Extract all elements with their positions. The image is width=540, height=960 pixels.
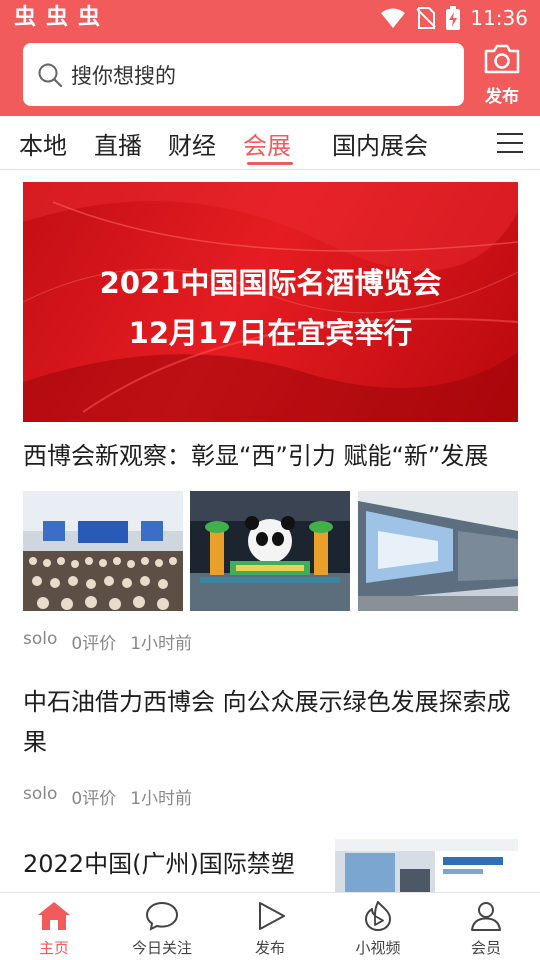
- battery-charging-icon: [446, 6, 461, 30]
- article-title[interactable]: 2022中国(广州)国际禁塑: [23, 844, 313, 884]
- status-time: 11:36: [470, 6, 528, 30]
- status-bar: 虫 虫 虫 11:36: [0, 0, 540, 36]
- nav-publish[interactable]: 发布: [225, 901, 315, 958]
- nav-short-video[interactable]: 小视频: [333, 901, 423, 958]
- nav-home[interactable]: 主页: [9, 901, 99, 958]
- nav-today-focus-label: 今日关注: [131, 939, 192, 957]
- article-thumbnail[interactable]: [358, 491, 518, 611]
- article-author: solo: [23, 629, 58, 649]
- wifi-icon: [381, 8, 406, 28]
- video-flame-icon: [365, 901, 391, 931]
- tab-exhibition[interactable]: 会展: [243, 126, 291, 161]
- article-meta: solo 0评价 1小时前: [23, 784, 192, 809]
- tab-live[interactable]: 直播: [94, 126, 142, 161]
- app-notification-icon: 虫: [46, 5, 69, 30]
- publish-button[interactable]: 发布: [476, 44, 528, 108]
- search-icon: [38, 63, 63, 87]
- banner-title-line2: 12月17日在宜宾举行: [128, 316, 413, 350]
- banner-decoration: [23, 182, 518, 422]
- article-time: 1小时前: [130, 789, 193, 809]
- camera-icon: [484, 44, 520, 74]
- no-sim-icon: [416, 7, 437, 29]
- tab-more-button[interactable]: [480, 116, 540, 169]
- article-comments: 0评价: [71, 634, 117, 654]
- nav-publish-label: 发布: [254, 939, 285, 957]
- tab-local[interactable]: 本地: [19, 126, 67, 161]
- nav-today-focus[interactable]: 今日关注: [117, 901, 207, 958]
- play-triangle-icon: [259, 902, 285, 930]
- app-notification-icon: 虫: [78, 5, 101, 30]
- chat-bubble-icon: [145, 901, 179, 931]
- search-header: 搜你想搜的 发布: [0, 36, 540, 116]
- banner-title-line1: 2021中国国际名酒博览会: [99, 266, 442, 300]
- trade-fair-booth-image: [335, 839, 518, 892]
- article-meta: solo 0评价 1小时前: [23, 629, 192, 654]
- expo-building-image: [358, 491, 518, 611]
- panda-exhibit-image: [190, 491, 350, 611]
- conference-hall-image: [23, 491, 183, 611]
- tab-finance[interactable]: 财经: [168, 126, 216, 161]
- article-thumbnail[interactable]: [190, 491, 350, 611]
- tab-domestic-exhibition[interactable]: 国内展会: [332, 126, 428, 161]
- notification-app-icons: 虫 虫 虫: [14, 5, 100, 31]
- article-thumbnail[interactable]: [23, 491, 183, 611]
- nav-home-label: 主页: [38, 939, 69, 957]
- category-tabs: 本地 直播 财经 会展 国内展会: [0, 116, 540, 170]
- active-tab-indicator: [247, 162, 293, 165]
- publish-label: 发布: [485, 87, 519, 107]
- nav-member-label: 会员: [470, 939, 501, 957]
- user-icon: [471, 902, 501, 931]
- article-time: 1小时前: [130, 634, 193, 654]
- article-comments: 0评价: [71, 789, 117, 809]
- search-placeholder: 搜你想搜的: [71, 63, 176, 88]
- article-thumbnail[interactable]: [335, 839, 518, 892]
- banner-image[interactable]: 2021中国国际名酒博览会 12月17日在宜宾举行: [23, 182, 518, 422]
- article-title[interactable]: 西博会新观察：彰显“西”引力 赋能“新”发展: [23, 436, 517, 476]
- bottom-navigation: 主页 今日关注 发布 小视频 会员: [0, 892, 540, 960]
- search-input[interactable]: 搜你想搜的: [23, 43, 464, 106]
- home-icon: [38, 902, 70, 930]
- nav-short-video-label: 小视频: [355, 939, 401, 957]
- menu-icon: [497, 133, 523, 153]
- article-author: solo: [23, 784, 58, 804]
- nav-member[interactable]: 会员: [441, 901, 531, 958]
- app-notification-icon: 虫: [14, 5, 37, 30]
- article-title[interactable]: 中石油借力西博会 向公众展示绿色发展探索成果: [23, 682, 517, 762]
